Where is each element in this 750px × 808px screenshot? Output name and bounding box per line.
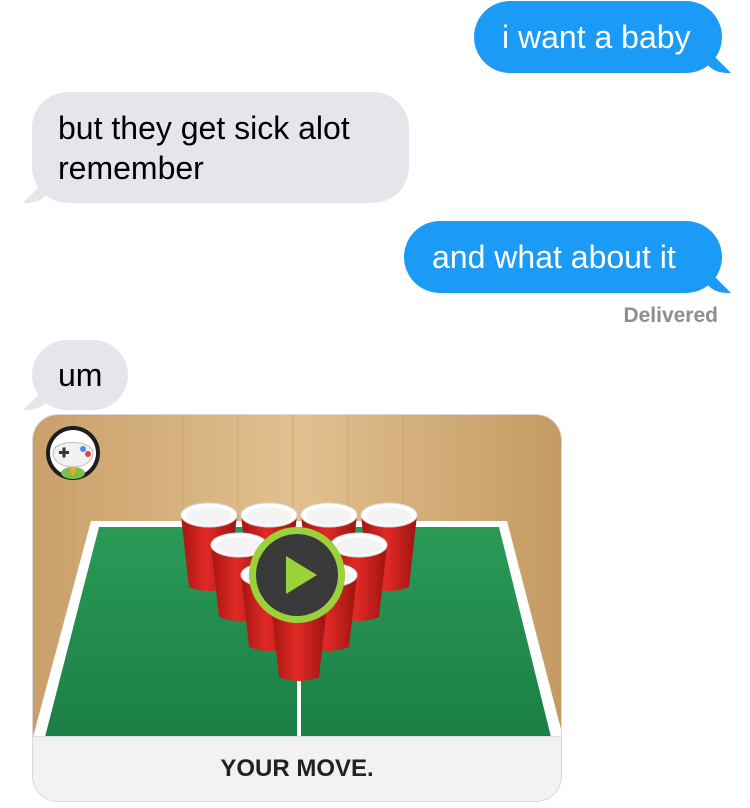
message-text: and what about it — [432, 239, 676, 275]
game-caption: YOUR MOVE. — [33, 736, 561, 801]
message-text: i want a baby — [502, 19, 691, 55]
message-text-line: remember — [58, 150, 204, 186]
sent-message-bubble[interactable]: and what about it — [404, 221, 722, 293]
gamepigeon-bird-icon[interactable] — [46, 426, 100, 480]
message-text: um — [58, 357, 103, 393]
play-button[interactable] — [249, 527, 345, 623]
cup-pong-game-preview[interactable] — [33, 415, 562, 737]
game-invite-card[interactable]: YOUR MOVE. — [32, 414, 562, 802]
message-thread: i want a baby but they get sick alot rem… — [0, 0, 750, 808]
delivery-status: Delivered — [623, 304, 718, 327]
received-message-bubble[interactable]: um — [32, 340, 128, 410]
message-text-line: but they get sick alot — [58, 110, 350, 146]
sent-message-bubble[interactable]: i want a baby — [474, 1, 722, 73]
received-message-bubble[interactable]: but they get sick alot remember — [32, 92, 409, 203]
